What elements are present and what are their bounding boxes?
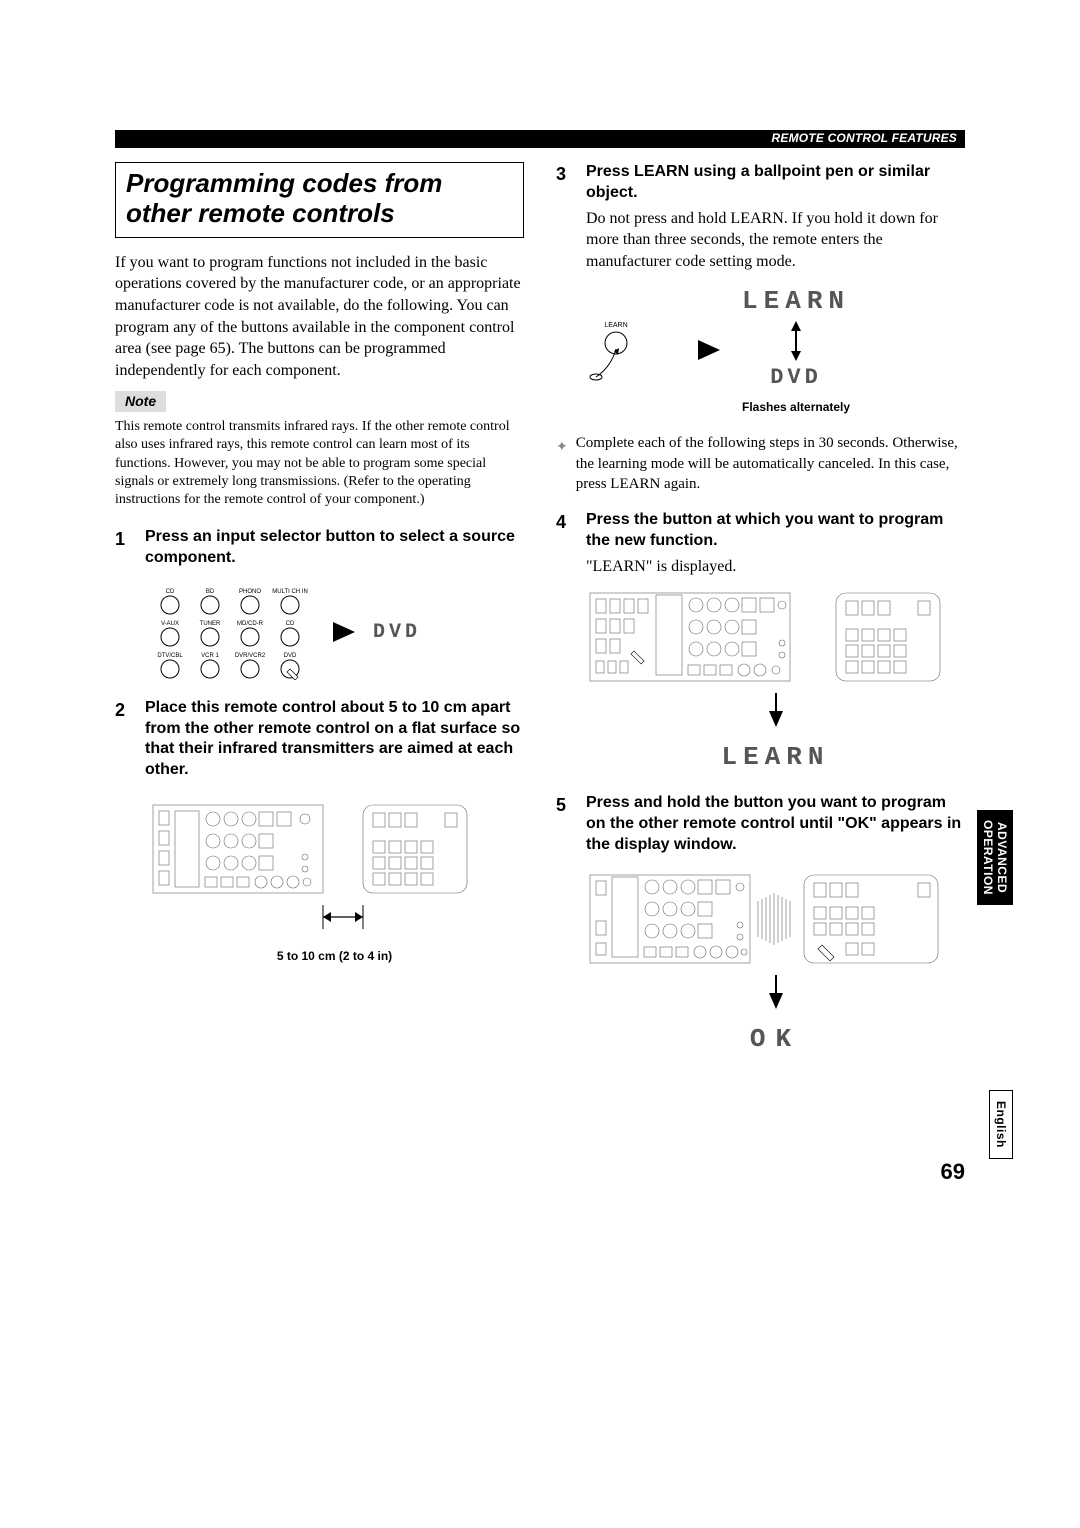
step-text: "LEARN" is displayed.	[586, 556, 965, 578]
step-heading: Press the button at which you want to pr…	[586, 510, 965, 552]
step-heading: Press an input selector button to select…	[145, 527, 524, 569]
svg-text:BD: BD	[206, 589, 215, 595]
step-number: 3	[556, 162, 586, 272]
svg-text:CD: CD	[166, 589, 175, 595]
svg-text:CD: CD	[286, 621, 295, 627]
svg-text:MD/CD-R: MD/CD-R	[237, 621, 264, 627]
step-heading: Press and hold the button you want to pr…	[586, 793, 965, 855]
step-4: 4 Press the button at which you want to …	[556, 510, 965, 577]
step-3: 3 Press LEARN using a ballpoint pen or s…	[556, 162, 965, 272]
step-1: 1 Press an input selector button to sele…	[115, 527, 524, 573]
svg-text:DVR/VCR2: DVR/VCR2	[235, 653, 266, 659]
svg-text:PHONO: PHONO	[239, 589, 261, 595]
learn-button-diagram: LEARN	[586, 315, 676, 385]
step-text: Do not press and hold LEARN. If you hold…	[586, 208, 965, 273]
right-column: 3 Press LEARN using a ballpoint pen or s…	[556, 162, 965, 1075]
arrow-down-icon	[769, 711, 783, 727]
step5-illustration: OK	[586, 871, 965, 1057]
header-bar: REMOTE CONTROL FEATURES	[115, 130, 965, 148]
input-selector-diagram: CD BD PHONO MULTI CH IN V-AUX TUNER MD/C…	[145, 585, 315, 680]
arrow-down-icon	[769, 993, 783, 1009]
note-label: Note	[115, 391, 166, 412]
step-5: 5 Press and hold the button you want to …	[556, 793, 965, 859]
step-2: 2 Place this remote control about 5 to 1…	[115, 698, 524, 785]
side-tab-advanced: ADVANCED OPERATION	[977, 810, 1013, 905]
lcd-learn: LEARN	[742, 284, 850, 319]
step3-illustration: LEARN LEARN DVD	[586, 284, 965, 415]
svg-text:V-AUX: V-AUX	[161, 621, 179, 627]
svg-text:TUNER: TUNER	[200, 621, 221, 627]
left-column: Programming codes from other remote cont…	[115, 162, 524, 1075]
side-tab-english: English	[989, 1090, 1013, 1159]
step-heading: Place this remote control about 5 to 10 …	[145, 698, 524, 781]
hint-icon	[556, 436, 568, 450]
arrow-right-icon	[333, 622, 355, 642]
svg-text:DTV/CBL: DTV/CBL	[157, 653, 183, 659]
step4-illustration: LEARN	[586, 589, 965, 775]
section-title: Programming codes from other remote cont…	[115, 162, 524, 238]
svg-text:DVD: DVD	[284, 653, 297, 659]
step2-illustration: 5 to 10 cm (2 to 4 in)	[145, 797, 524, 964]
step-number: 2	[115, 698, 145, 785]
page-content: REMOTE CONTROL FEATURES Programming code…	[115, 130, 965, 1075]
intro-paragraph: If you want to program functions not inc…	[115, 252, 524, 382]
lcd-learn-2: LEARN	[586, 740, 965, 775]
step-number: 4	[556, 510, 586, 577]
arrow-right-icon	[698, 340, 720, 360]
page-number: 69	[941, 1159, 965, 1185]
step-number: 5	[556, 793, 586, 859]
step-heading: Press LEARN using a ballpoint pen or sim…	[586, 162, 965, 204]
lcd-dvd-2: DVD	[742, 363, 850, 393]
hint-text: Complete each of the following steps in …	[576, 433, 965, 494]
svg-text:MULTI CH IN: MULTI CH IN	[272, 589, 308, 595]
lcd-dvd: DVD	[373, 619, 421, 646]
header-section-text: REMOTE CONTROL FEATURES	[772, 131, 958, 145]
note-text: This remote control transmits infrared r…	[115, 418, 524, 509]
step-number: 1	[115, 527, 145, 573]
hint-block: Complete each of the following steps in …	[556, 433, 965, 494]
flashes-caption: Flashes alternately	[742, 399, 850, 415]
svg-text:LEARN: LEARN	[604, 322, 627, 329]
lcd-ok: OK	[586, 1022, 965, 1057]
svg-text:VCR 1: VCR 1	[201, 653, 219, 659]
tab-english: English	[989, 1090, 1013, 1159]
double-arrow-icon	[786, 321, 806, 361]
tab-advanced-operation: ADVANCED OPERATION	[977, 810, 1013, 905]
step1-illustration: CD BD PHONO MULTI CH IN V-AUX TUNER MD/C…	[145, 585, 524, 680]
distance-caption: 5 to 10 cm (2 to 4 in)	[145, 948, 524, 964]
